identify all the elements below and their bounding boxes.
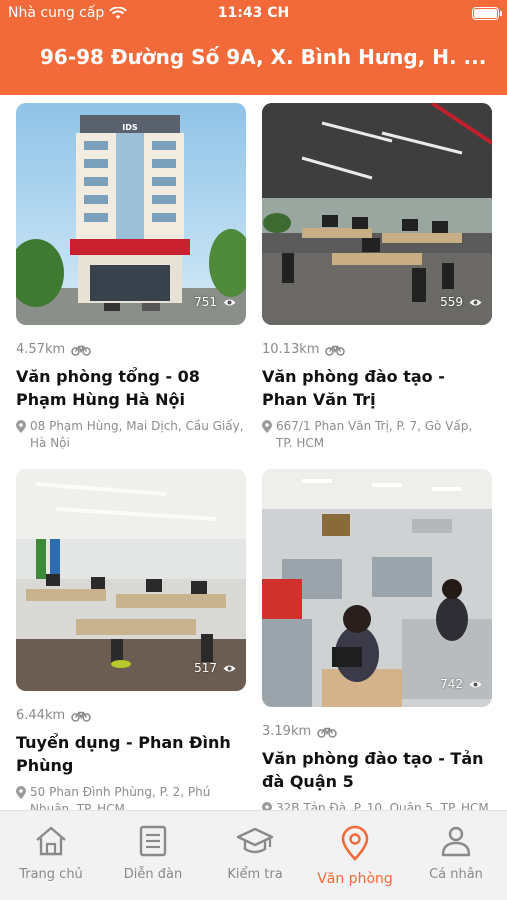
eye-icon — [469, 681, 482, 687]
distance-value: 4.57km — [16, 342, 66, 357]
location-pin-icon — [16, 420, 26, 433]
location-pin-icon — [262, 802, 272, 810]
tab-label: Trang chủ — [19, 867, 83, 882]
tab-label: Cá nhân — [429, 867, 483, 882]
distance-value: 6.44km — [16, 708, 66, 723]
bicycle-icon — [317, 727, 337, 738]
office-title[interactable]: Văn phòng đào tạo - Tản đà Quận 5 — [262, 747, 492, 793]
distance: 3.19km — [262, 724, 492, 739]
distance-value: 3.19km — [262, 724, 312, 739]
distance-value: 10.13km — [262, 342, 320, 357]
office-address-text: 08 Phạm Hùng, Mai Dịch, Cầu Giấy, Hà Nội — [30, 419, 244, 450]
graduation-cap-icon — [236, 827, 274, 854]
person-icon — [441, 826, 471, 857]
eye-icon — [223, 299, 236, 305]
tab-offices[interactable]: Văn phòng — [304, 825, 406, 887]
tab-label: Kiểm tra — [227, 867, 283, 882]
view-count: 742 — [440, 677, 482, 691]
view-count: 517 — [194, 661, 236, 675]
office-title[interactable]: Văn phòng tổng - 08 Phạm Hùng Hà Nội — [16, 365, 246, 411]
office-card[interactable]: 517 6.44km Tuyển dụng - Phan Đình Phùng … — [16, 469, 246, 810]
eye-icon — [223, 665, 236, 671]
bicycle-icon — [71, 711, 91, 722]
distance: 4.57km — [16, 342, 246, 357]
eye-icon — [469, 299, 482, 305]
bottom-tab-bar: Trang chủ Diễn đàn Kiểm tra Văn phòng Cá… — [0, 810, 507, 900]
bicycle-icon — [71, 345, 91, 356]
view-count-value: 559 — [440, 295, 463, 309]
forum-icon — [139, 825, 167, 857]
office-address-text: 32B Tản Đà, P. 10, Quận 5, TP. HCM — [276, 801, 489, 810]
view-count-value: 751 — [194, 295, 217, 309]
home-icon — [36, 826, 66, 856]
location-pin-icon — [341, 825, 369, 861]
top-bar: Nhà cung cấp 11:43 CH 96-98 Đường Số 9A,… — [0, 0, 507, 95]
building-sign: IDS — [122, 123, 138, 132]
office-list[interactable]: IDS 751 4.57km Văn phòng tổng - 08 Phạm … — [0, 95, 507, 810]
bicycle-icon — [325, 345, 346, 356]
view-count: 559 — [440, 295, 482, 309]
battery-icon — [472, 7, 502, 20]
office-card[interactable]: IDS 751 4.57km Văn phòng tổng - 08 Phạm … — [16, 103, 246, 452]
office-address-text: 50 Phan Đình Phùng, P. 2, Phú Nhuận, TP.… — [30, 785, 211, 810]
location-pin-icon — [16, 786, 26, 799]
office-address: 32B Tản Đà, P. 10, Quận 5, TP. HCM — [262, 800, 492, 810]
office-photo: 517 — [16, 469, 246, 691]
office-address: 08 Phạm Hùng, Mai Dịch, Cầu Giấy, Hà Nội — [16, 418, 246, 452]
office-photo: 559 — [262, 103, 492, 325]
office-title[interactable]: Văn phòng đào tạo - Phan Văn Trị — [262, 365, 492, 411]
office-card[interactable]: 742 3.19km Văn phòng đào tạo - Tản đà Qu… — [262, 469, 492, 810]
distance: 6.44km — [16, 708, 246, 723]
office-title[interactable]: Tuyển dụng - Phan Đình Phùng — [16, 731, 246, 777]
office-address-text: 667/1 Phan Văn Trị, P. 7, Gò Vấp, TP. HC… — [276, 419, 473, 450]
tab-label: Diễn đàn — [123, 867, 183, 882]
office-address: 667/1 Phan Văn Trị, P. 7, Gò Vấp, TP. HC… — [262, 418, 492, 452]
status-bar: Nhà cung cấp 11:43 CH — [0, 0, 507, 28]
view-count-value: 742 — [440, 677, 463, 691]
view-count-value: 517 — [194, 661, 217, 675]
status-time: 11:43 CH — [217, 5, 290, 21]
office-photo: 742 — [262, 469, 492, 707]
office-address: 50 Phan Đình Phùng, P. 2, Phú Nhuận, TP.… — [16, 784, 246, 810]
office-card[interactable]: 559 10.13km Văn phòng đào tạo - Phan Văn… — [262, 103, 492, 452]
location-pin-icon — [262, 420, 272, 433]
tab-profile[interactable]: Cá nhân — [405, 825, 507, 882]
view-count: 751 — [194, 295, 236, 309]
distance: 10.13km — [262, 342, 492, 357]
tab-forum[interactable]: Diễn đàn — [102, 825, 204, 882]
tab-home[interactable]: Trang chủ — [0, 825, 102, 882]
office-photo: IDS 751 — [16, 103, 246, 325]
tab-test[interactable]: Kiểm tra — [204, 825, 306, 882]
tab-label: Văn phòng — [317, 871, 393, 887]
current-address[interactable]: 96-98 Đường Số 9A, X. Bình Hưng, H. ... — [0, 45, 507, 69]
